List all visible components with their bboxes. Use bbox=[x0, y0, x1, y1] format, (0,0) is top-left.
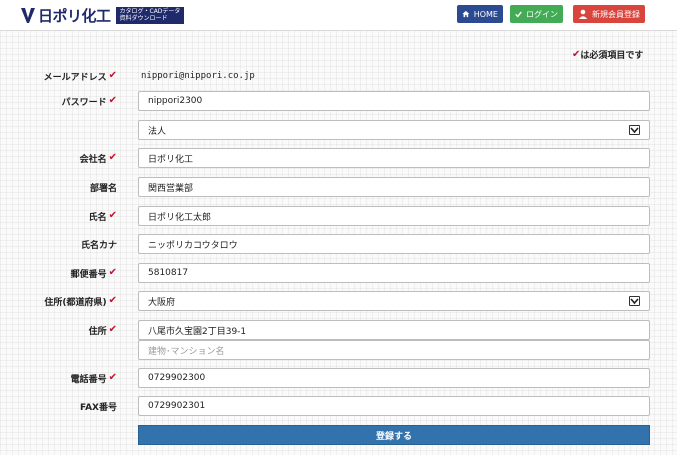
logo-badge: カタログ・CADデータ 資料ダウンロード bbox=[115, 6, 185, 24]
fax-value: 0729902301 bbox=[148, 401, 206, 411]
password-field[interactable]: nippori2300 bbox=[138, 91, 650, 111]
site-header: 日ポリ化工 カタログ・CADデータ 資料ダウンロード HOME ログイン 新規会… bbox=[0, 0, 677, 31]
entity-type-value: 法人 bbox=[148, 126, 167, 137]
company-label-text: 会社名 bbox=[79, 154, 107, 165]
submit-button-label: 登録する bbox=[375, 431, 412, 442]
password-label-text: パスワード bbox=[61, 97, 107, 108]
prefecture-label-text: 住所(都道府県) bbox=[44, 297, 107, 308]
name-label-text: 氏名 bbox=[88, 212, 107, 223]
entity-type-select[interactable]: 法人 bbox=[138, 120, 650, 140]
company-label: 会社名 ✔ bbox=[80, 151, 117, 165]
required-check-icon: ✔ bbox=[108, 372, 117, 383]
password-value: nippori2300 bbox=[148, 96, 203, 106]
building-placeholder: 建物･マンション名 bbox=[148, 346, 225, 357]
name-kana-label: 氏名カナ bbox=[81, 237, 117, 251]
address-label-text: 住所 bbox=[88, 326, 107, 337]
postal-code-label: 郵便番号 ✔ bbox=[71, 266, 117, 280]
department-field[interactable]: 関西営業部 bbox=[138, 177, 650, 197]
register-button[interactable]: 新規会員登録 bbox=[573, 5, 645, 23]
prefecture-select[interactable]: 大阪府 bbox=[138, 291, 650, 311]
name-kana-label-text: 氏名カナ bbox=[80, 240, 117, 251]
prefecture-value: 大阪府 bbox=[148, 297, 176, 308]
required-check-icon: ✔ bbox=[108, 267, 117, 278]
name-kana-value: ニッポリカコウタロウ bbox=[148, 240, 238, 251]
email-label-text: メールアドレス bbox=[43, 72, 107, 83]
required-fields-note: ✔ は必須項目です bbox=[572, 48, 643, 61]
home-button[interactable]: HOME bbox=[457, 5, 503, 23]
logo-text: 日ポリ化工 bbox=[38, 6, 111, 25]
postal-code-field[interactable]: 5810817 bbox=[138, 263, 650, 283]
logo-mark-icon bbox=[21, 8, 35, 23]
name-value: 日ポリ化工太郎 bbox=[148, 212, 212, 223]
phone-field[interactable]: 0729902300 bbox=[138, 368, 650, 388]
login-button-label: ログイン bbox=[526, 9, 558, 19]
name-kana-field[interactable]: ニッポリカコウタロウ bbox=[138, 234, 650, 254]
logo-badge-line1: カタログ・CADデータ bbox=[119, 8, 181, 15]
password-label: パスワード ✔ bbox=[62, 94, 117, 108]
check-icon bbox=[515, 11, 522, 18]
required-check-icon: ✔ bbox=[108, 95, 117, 106]
department-value: 関西営業部 bbox=[148, 183, 194, 194]
address-value: 八尾市久宝園2丁目39-1 bbox=[148, 326, 247, 337]
address-label: 住所 ✔ bbox=[89, 323, 117, 337]
prefecture-label: 住所(都道府県) ✔ bbox=[44, 294, 117, 308]
site-logo[interactable]: 日ポリ化工 カタログ・CADデータ 資料ダウンロード bbox=[20, 5, 185, 25]
login-button[interactable]: ログイン bbox=[510, 5, 563, 23]
register-button-label: 新規会員登録 bbox=[592, 9, 640, 19]
required-note-text: は必須項目です bbox=[580, 51, 644, 61]
address-field[interactable]: 八尾市久宝園2丁目39-1 bbox=[138, 320, 650, 340]
building-field[interactable]: 建物･マンション名 bbox=[138, 340, 650, 360]
fax-label: FAX番号 bbox=[80, 399, 117, 413]
home-button-label: HOME bbox=[473, 9, 498, 19]
name-field[interactable]: 日ポリ化工太郎 bbox=[138, 206, 650, 226]
required-check-icon: ✔ bbox=[572, 48, 581, 60]
user-icon bbox=[578, 9, 588, 19]
phone-value: 0729902300 bbox=[148, 373, 206, 383]
postal-code-label-text: 郵便番号 bbox=[70, 269, 107, 280]
company-field[interactable]: 日ポリ化工 bbox=[138, 148, 650, 168]
fax-field[interactable]: 0729902301 bbox=[138, 396, 650, 416]
phone-label: 電話番号 ✔ bbox=[71, 371, 117, 385]
chevron-down-icon[interactable] bbox=[629, 296, 640, 306]
email-label: メールアドレス ✔ bbox=[44, 69, 117, 83]
submit-button[interactable]: 登録する bbox=[138, 425, 650, 445]
required-check-icon: ✔ bbox=[108, 70, 117, 81]
logo-badge-line2: 資料ダウンロード bbox=[119, 15, 168, 22]
phone-label-text: 電話番号 bbox=[70, 374, 107, 385]
required-check-icon: ✔ bbox=[108, 210, 117, 221]
postal-code-value: 5810817 bbox=[148, 268, 189, 278]
chevron-down-icon[interactable] bbox=[629, 125, 640, 135]
name-label: 氏名 ✔ bbox=[89, 209, 117, 223]
email-value: nippori@nippori.co.jp bbox=[141, 71, 255, 81]
department-label: 部署名 bbox=[90, 180, 117, 194]
required-check-icon: ✔ bbox=[108, 324, 117, 335]
fax-label-text: FAX番号 bbox=[79, 402, 117, 413]
home-icon bbox=[462, 10, 470, 18]
company-value: 日ポリ化工 bbox=[148, 154, 194, 165]
department-label-text: 部署名 bbox=[89, 183, 117, 194]
required-check-icon: ✔ bbox=[108, 152, 117, 163]
required-check-icon: ✔ bbox=[108, 295, 117, 306]
